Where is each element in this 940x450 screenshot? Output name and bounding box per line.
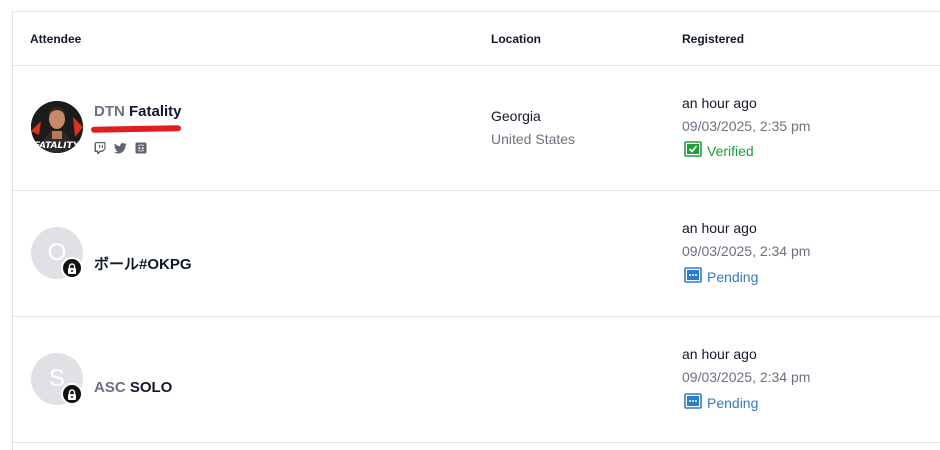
table-header: Attendee Location Registered: [13, 12, 940, 66]
avatar[interactable]: S: [31, 353, 83, 405]
verified-icon: [684, 141, 702, 160]
svg-text:FATALITY: FATALITY: [34, 141, 81, 151]
pending-icon: [684, 267, 702, 286]
redaction-mark: [90, 125, 182, 133]
status-label: Verified: [707, 142, 754, 159]
registered-relative: an hour ago: [682, 95, 757, 111]
pending-icon: [684, 393, 702, 412]
status-badge: Pending: [684, 267, 758, 286]
registered-relative: an hour ago: [682, 220, 757, 236]
registered-date: 09/03/2025, 2:34 pm: [682, 369, 811, 385]
status-label: Pending: [707, 268, 759, 285]
team-tag: DTN: [94, 103, 125, 120]
table-row[interactable]: FATALITY DTN Fatality Georgia United Sta…: [13, 66, 940, 191]
column-header-attendee[interactable]: Attendee: [30, 32, 81, 46]
social-links: [94, 142, 147, 154]
lock-icon: [61, 257, 83, 279]
attendee-name[interactable]: DTN Fatality: [94, 103, 182, 120]
twitter-icon[interactable]: [114, 142, 127, 154]
attendee-name[interactable]: ASC SOLO: [94, 379, 172, 396]
column-header-registered[interactable]: Registered: [682, 32, 744, 46]
registered-date: 09/03/2025, 2:35 pm: [682, 118, 811, 134]
twitch-icon[interactable]: [94, 142, 106, 154]
location-country: United States: [491, 131, 576, 147]
status-label: Pending: [707, 394, 759, 411]
status-badge: Verified: [684, 141, 754, 160]
team-tag: ASC: [94, 379, 126, 396]
table-row[interactable]: O ボール#OKPG an hour ago 09/03/2025, 2:34 …: [13, 191, 940, 317]
avatar[interactable]: FATALITY: [31, 101, 83, 153]
fatality-photo: FATALITY: [31, 101, 83, 153]
player-name: ボール#OKPG: [94, 256, 192, 273]
avatar[interactable]: O: [31, 227, 83, 279]
table-row[interactable]: S ASC SOLO an hour ago 09/03/2025, 2:34 …: [13, 317, 940, 443]
player-name: SOLO: [129, 379, 173, 396]
player-name: Fatality: [129, 103, 182, 120]
lock-icon: [61, 383, 83, 405]
registered-relative: an hour ago: [682, 346, 757, 362]
attendee-name[interactable]: ボール#OKPG: [94, 253, 192, 274]
status-badge: Pending: [684, 393, 758, 412]
attendee-table: Attendee Location Registered FATALITY DT…: [12, 11, 940, 450]
registered-date: 09/03/2025, 2:34 pm: [682, 243, 811, 259]
column-header-location[interactable]: Location: [491, 32, 541, 46]
location-region: Georgia: [491, 108, 541, 124]
discord-icon[interactable]: [135, 142, 147, 154]
